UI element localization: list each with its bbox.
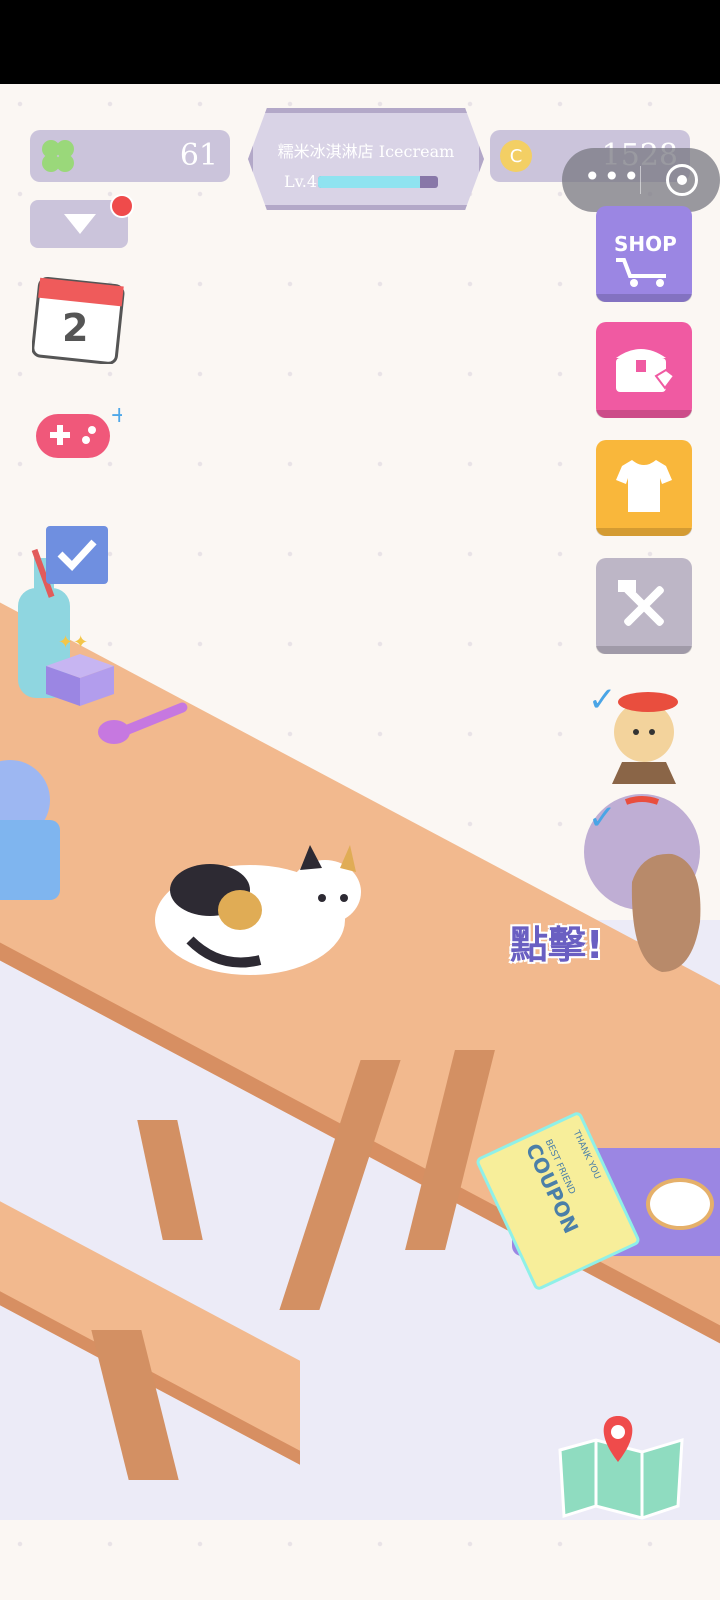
gamepad-icon[interactable]: + — [34, 404, 122, 464]
customer-cat-avatar[interactable]: ✓ — [582, 792, 702, 972]
svg-text:✦✦: ✦✦ — [58, 632, 88, 653]
shop-button[interactable]: SHOP — [596, 206, 692, 302]
tools-button[interactable] — [596, 558, 692, 654]
tap-hint: 點擊! — [510, 923, 604, 967]
button-shade — [596, 410, 692, 418]
shop-cart-icon — [616, 258, 666, 287]
coin-icon: C — [500, 140, 532, 172]
button-shade — [596, 294, 692, 302]
tshirt-icon — [616, 460, 672, 512]
treasure-chest-icon — [616, 349, 676, 392]
level-progress-bar — [318, 176, 438, 188]
served-check-icon: ✓ — [588, 680, 617, 720]
gift-box-icon[interactable]: ✦✦ — [38, 626, 122, 710]
wardrobe-button[interactable] — [596, 440, 692, 536]
shop-label: SHOP — [614, 232, 677, 256]
close-target-icon[interactable] — [666, 164, 698, 196]
calico-cat — [155, 845, 361, 975]
button-shade — [596, 646, 692, 654]
ice-cream-cup — [0, 760, 60, 900]
tools-icon — [618, 580, 664, 626]
customer-dog-avatar[interactable]: ✓ — [588, 680, 688, 784]
map-icon[interactable] — [556, 1410, 686, 1520]
status-bar — [0, 0, 720, 84]
clover-icon — [42, 140, 74, 172]
calendar-button[interactable]: 2 — [31, 270, 126, 365]
notification-dot — [110, 194, 134, 218]
dropdown-icon — [64, 214, 96, 234]
level-progress-fill — [318, 176, 420, 188]
more-menu-icon[interactable]: ••• — [584, 160, 643, 193]
capsule-divider — [640, 166, 641, 194]
mini-program-capsule[interactable]: ••• — [562, 148, 720, 212]
shop-name: 糯米冰淇淋店 Icecream — [277, 142, 455, 161]
diamond-icon — [646, 1178, 714, 1230]
checklist-icon[interactable] — [44, 518, 112, 586]
clover-count: 61 — [179, 138, 218, 173]
level-label: Lv.4 — [284, 172, 318, 191]
svg-text:+: + — [110, 404, 122, 428]
served-check-icon: ✓ — [588, 798, 617, 838]
treasure-chest-button[interactable] — [596, 322, 692, 418]
calendar-day: 2 — [62, 306, 89, 350]
button-shade — [596, 528, 692, 536]
svg-text:C: C — [510, 146, 523, 167]
clover-counter: 61 — [30, 130, 230, 182]
